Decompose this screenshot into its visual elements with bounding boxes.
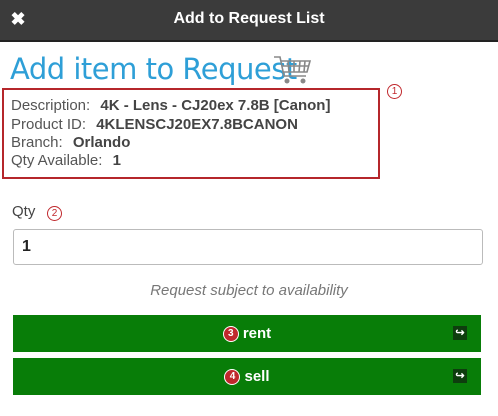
sell-arrow-icon: ↪ <box>453 369 467 383</box>
annotation-badge-4: 4 <box>224 369 241 385</box>
branch-row: Branch: Orlando <box>11 134 130 151</box>
shopping-cart-icon <box>274 56 312 84</box>
product-id-row: Product ID: 4KLENSCJ20EX7.8BCANON <box>11 116 298 133</box>
qty-available-row: Qty Available: 1 <box>11 152 121 169</box>
availability-note: Request subject to availability <box>150 282 348 299</box>
sell-button-content: 4 sell <box>13 358 481 395</box>
qty-label: Qty <box>12 203 36 220</box>
branch-value: Orlando <box>72 134 131 151</box>
annotation-badge-1: 1 <box>387 84 402 99</box>
page-title: Add item to Request <box>10 52 297 86</box>
sell-button[interactable]: 4 sell ↪ <box>13 358 481 395</box>
rent-button[interactable]: 3 rent ↪ <box>13 315 481 352</box>
rent-arrow-icon: ↪ <box>453 326 467 340</box>
qty-input[interactable] <box>13 229 483 265</box>
qty-available-value: 1 <box>112 152 121 169</box>
dialog-title: Add to Request List <box>173 10 325 27</box>
sell-button-label: sell <box>244 368 270 385</box>
product-id-label: Product ID: <box>11 116 87 133</box>
dialog-titlebar: ✖ Add to Request List <box>0 0 498 42</box>
rent-button-label: rent <box>242 325 272 342</box>
annotation-badge-3: 3 <box>222 326 239 342</box>
qty-available-label: Qty Available: <box>11 152 103 169</box>
description-label: Description: <box>11 97 91 114</box>
product-id-value: 4KLENSCJ20EX7.8BCANON <box>96 116 298 133</box>
branch-label: Branch: <box>11 134 63 151</box>
description-row: Description: 4K - Lens - CJ20ex 7.8B [Ca… <box>11 97 330 114</box>
description-value: 4K - Lens - CJ20ex 7.8B [Canon] <box>100 97 331 114</box>
annotation-badge-2: 2 <box>47 206 62 221</box>
rent-button-content: 3 rent <box>13 315 481 352</box>
